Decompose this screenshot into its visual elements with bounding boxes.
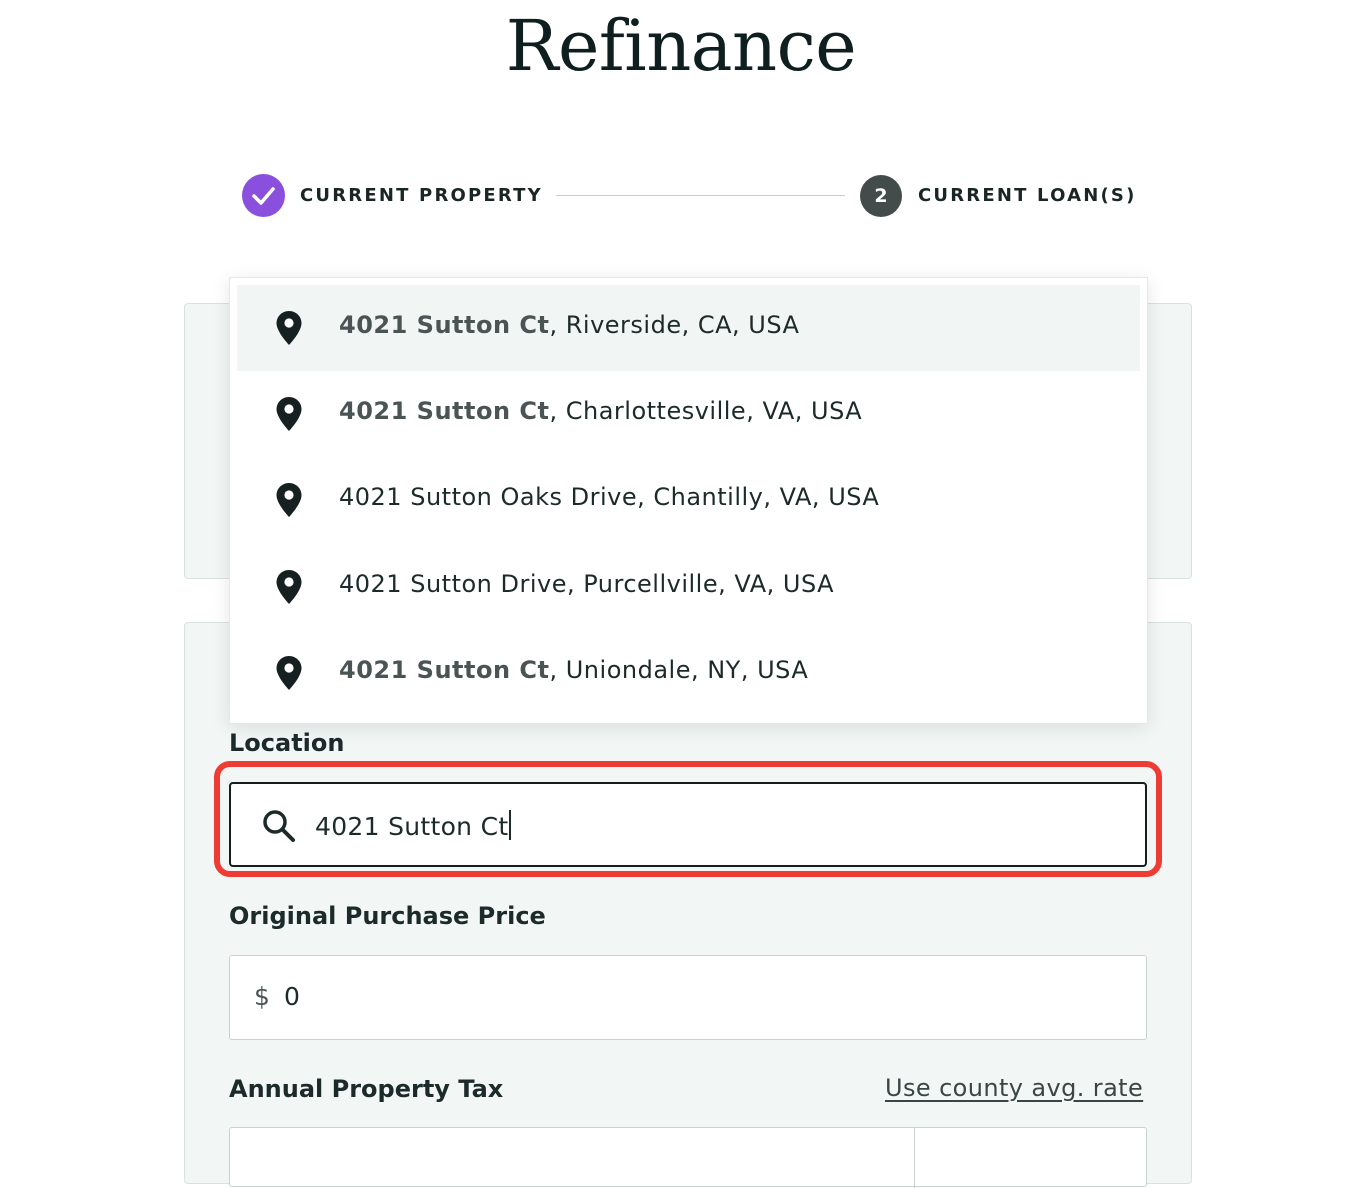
suggestion-item[interactable]: 4021 Sutton Ct, Charlottesville, VA, USA [237, 371, 1140, 457]
location-pin-icon [276, 570, 302, 604]
currency-symbol: $ [254, 982, 270, 1011]
suggestion-text: 4021 Sutton Ct, Charlottesville, VA, USA [339, 397, 863, 425]
step-2-number: 2 [860, 175, 902, 217]
property-tax-input[interactable] [229, 1127, 1147, 1188]
suggestion-item[interactable]: 4021 Sutton Ct, Riverside, CA, USA [237, 285, 1140, 371]
step-current-loans-label: CURRENT LOAN(S) [918, 185, 1137, 206]
purchase-price-value: 0 [284, 982, 300, 1011]
location-pin-icon [276, 483, 302, 517]
location-input-value: 4021 Sutton Ct [315, 810, 512, 841]
location-search-input[interactable]: 4021 Sutton Ct [229, 782, 1147, 867]
step-complete-check-icon [242, 174, 285, 217]
address-suggestions-dropdown: 4021 Sutton Ct, Riverside, CA, USA 4021 … [229, 277, 1148, 724]
input-divider [914, 1128, 915, 1188]
suggestion-text: 4021 Sutton Ct, Uniondale, NY, USA [339, 656, 809, 684]
suggestion-text: 4021 Sutton Oaks Drive, Chantilly, VA, U… [339, 483, 880, 511]
suggestion-item[interactable]: 4021 Sutton Oaks Drive, Chantilly, VA, U… [237, 457, 1140, 543]
progress-stepper: CURRENT PROPERTY 2 CURRENT LOAN(S) [242, 174, 1134, 218]
property-tax-label: Annual Property Tax [229, 1075, 504, 1103]
purchase-price-input[interactable]: $ 0 [229, 955, 1147, 1040]
page-title: Refinance [505, 5, 857, 87]
step-current-property-label: CURRENT PROPERTY [300, 185, 543, 206]
location-pin-icon [276, 397, 302, 431]
location-pin-icon [276, 656, 302, 690]
location-pin-icon [276, 311, 302, 345]
suggestion-item[interactable]: 4021 Sutton Ct, Uniondale, NY, USA [237, 630, 1140, 716]
suggestion-text: 4021 Sutton Ct, Riverside, CA, USA [339, 311, 800, 339]
purchase-price-label: Original Purchase Price [229, 902, 546, 930]
suggestion-text: 4021 Sutton Drive, Purcellville, VA, USA [339, 570, 835, 598]
use-county-avg-rate-link[interactable]: Use county avg. rate [885, 1074, 1143, 1102]
location-label: Location [229, 729, 345, 757]
search-icon [263, 810, 295, 842]
text-caret [509, 810, 512, 840]
suggestion-item[interactable]: 4021 Sutton Drive, Purcellville, VA, USA [237, 544, 1140, 630]
step-connector [556, 195, 845, 196]
